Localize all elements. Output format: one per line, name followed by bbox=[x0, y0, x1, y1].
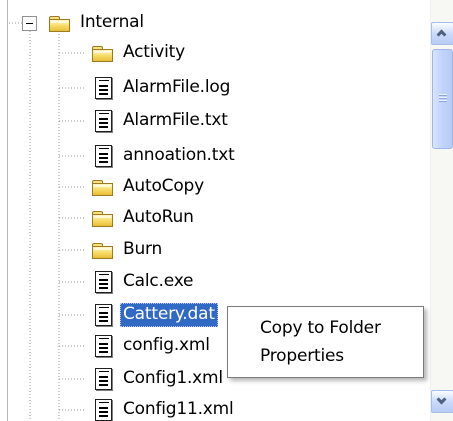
file-icon bbox=[91, 76, 115, 100]
tree-item-alarmfile-log[interactable]: AlarmFile.log bbox=[91, 74, 233, 102]
tree-item-autorun[interactable]: AutoRun bbox=[91, 204, 197, 232]
tree-item-config1-xml[interactable]: Config1.xml bbox=[91, 365, 226, 393]
file-icon bbox=[91, 303, 115, 327]
tree-item-label: Cattery.dat bbox=[120, 303, 218, 327]
file-icon bbox=[91, 109, 115, 133]
scroll-up-button[interactable] bbox=[431, 22, 453, 45]
scrollbar-thumb[interactable] bbox=[432, 49, 453, 149]
vertical-scrollbar[interactable] bbox=[430, 0, 453, 421]
tree-outer-edge bbox=[7, 0, 8, 421]
file-icon bbox=[91, 398, 115, 421]
tree-item-label: Config11.xml bbox=[123, 399, 234, 419]
tree-item-config-xml[interactable]: config.xml bbox=[91, 332, 213, 360]
scroll-down-button[interactable] bbox=[431, 390, 453, 413]
tree-item-label: Burn bbox=[123, 239, 163, 259]
file-icon bbox=[91, 334, 115, 358]
tree-item-annoation-txt[interactable]: annoation.txt bbox=[91, 142, 238, 170]
tree-item-label: Config1.xml bbox=[123, 368, 223, 388]
folder-icon bbox=[91, 206, 115, 230]
tree-item-config11-xml[interactable]: Config11.xml bbox=[91, 396, 237, 421]
tree-item-label: AutoRun bbox=[123, 207, 194, 227]
menu-item-properties[interactable]: Properties bbox=[228, 342, 423, 370]
tree-item-burn[interactable]: Burn bbox=[91, 236, 165, 264]
tree-root-label: Internal bbox=[80, 12, 144, 32]
tree-item-label: Activity bbox=[123, 42, 185, 62]
tree-item-alarmfile-txt[interactable]: AlarmFile.txt bbox=[91, 107, 231, 135]
file-icon bbox=[91, 367, 115, 391]
tree-item-label: annoation.txt bbox=[123, 145, 235, 165]
chevron-up-icon bbox=[436, 29, 447, 40]
tree-item-label: config.xml bbox=[123, 335, 210, 355]
scrollbar-grip bbox=[439, 94, 447, 102]
tree-item-calc-exe[interactable]: Calc.exe bbox=[91, 268, 196, 296]
folder-icon bbox=[91, 238, 115, 262]
chevron-down-icon bbox=[436, 394, 447, 405]
tree-root-internal[interactable]: Internal bbox=[48, 9, 147, 37]
context-menu: Copy to Folder Properties bbox=[227, 306, 424, 378]
tree-item-label: AutoCopy bbox=[123, 176, 204, 196]
file-icon bbox=[91, 270, 115, 294]
tree-item-autocopy[interactable]: AutoCopy bbox=[91, 173, 207, 201]
folder-icon bbox=[91, 41, 115, 65]
tree-item-cattery-dat[interactable]: Cattery.dat bbox=[91, 301, 218, 329]
folder-icon bbox=[48, 11, 72, 35]
tree-item-label: AlarmFile.log bbox=[123, 77, 231, 97]
menu-item-copy-to-folder[interactable]: Copy to Folder bbox=[228, 314, 423, 342]
file-icon bbox=[91, 144, 115, 168]
tree-item-activity[interactable]: Activity bbox=[91, 39, 188, 67]
folder-icon bbox=[91, 175, 115, 199]
minus-expander-icon[interactable] bbox=[22, 16, 37, 31]
tree-item-label: Calc.exe bbox=[123, 271, 194, 291]
tree-item-label: AlarmFile.txt bbox=[123, 110, 228, 130]
file-tree-window: Internal Activity AlarmFile.log AlarmFil… bbox=[0, 0, 453, 421]
